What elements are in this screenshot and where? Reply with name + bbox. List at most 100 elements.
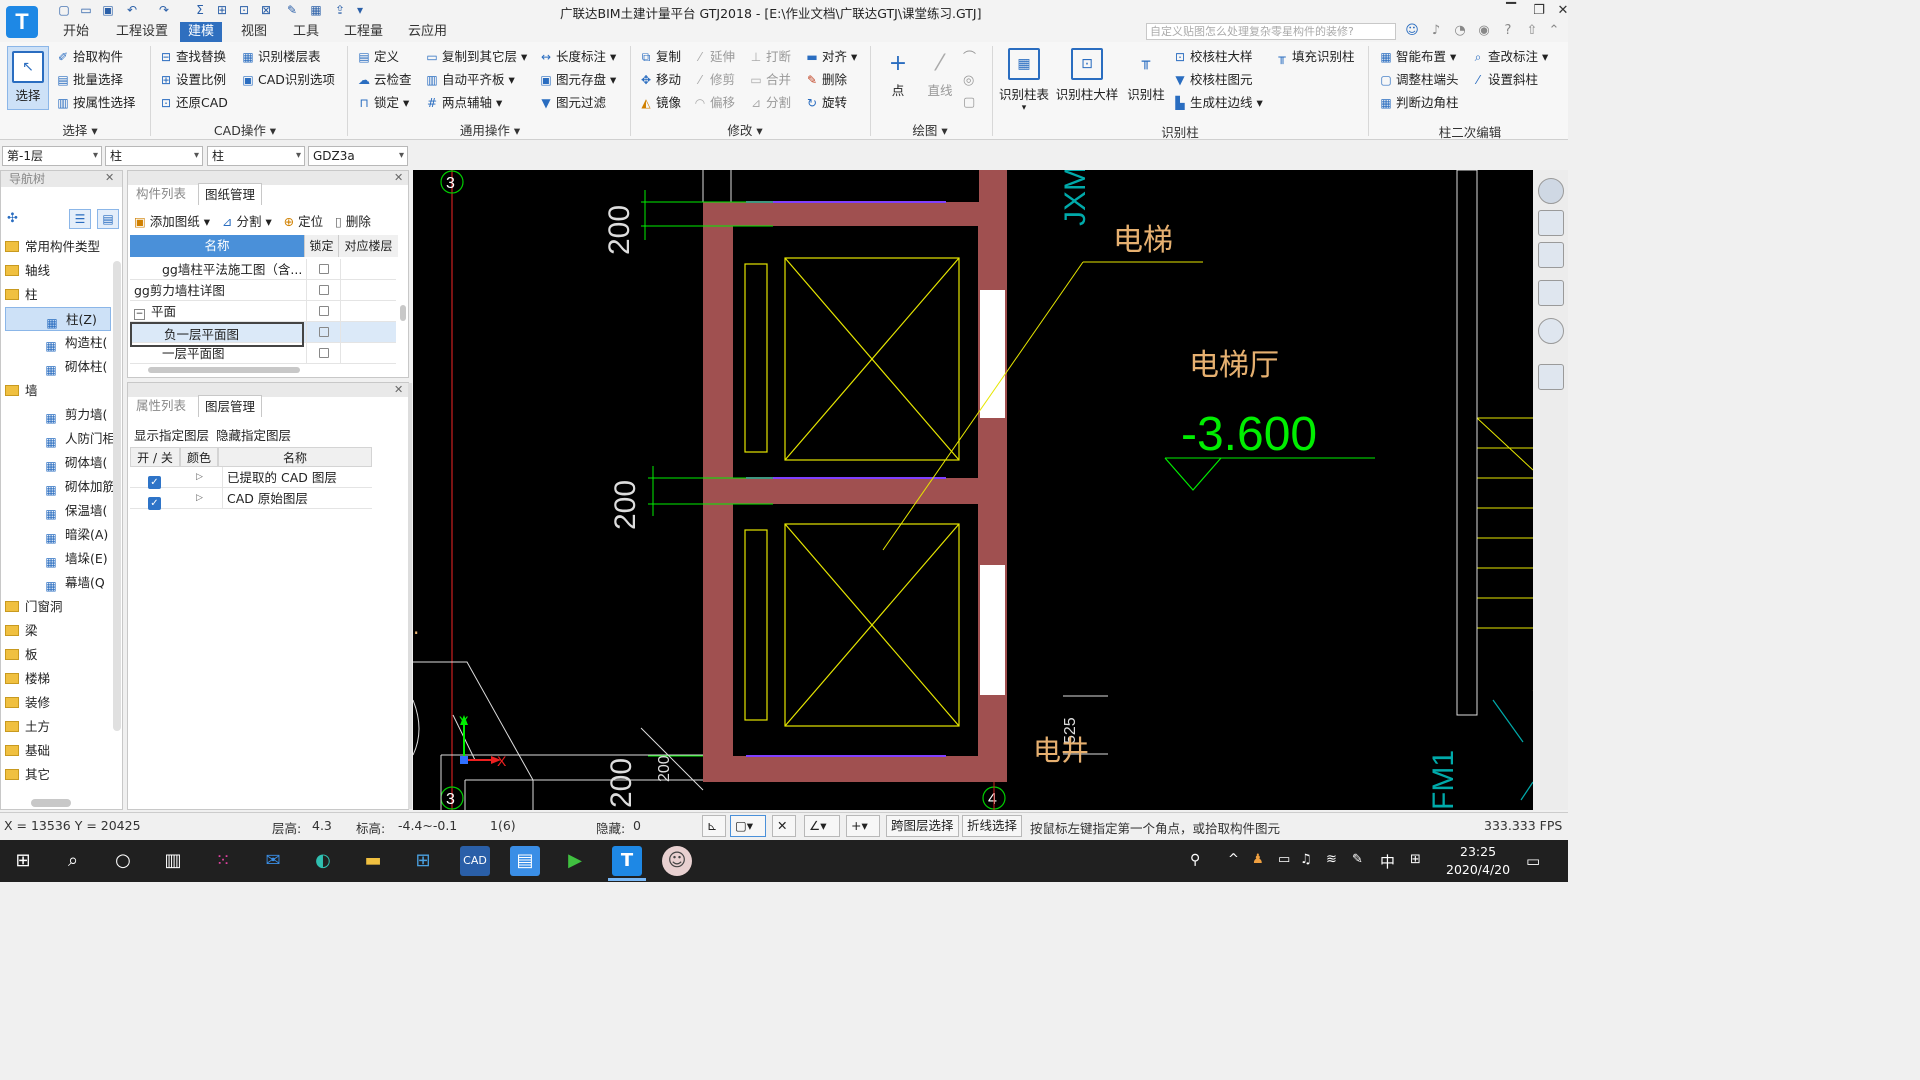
cad-group-title[interactable]: CAD操作 ▾ [200,120,290,139]
search-icon[interactable]: ⌕ [58,846,88,876]
file-explorer-icon[interactable]: ▬ [358,846,388,876]
auto-level-slab-button[interactable]: ▥ 自动平齐板 ▾ [424,69,514,91]
extend-button[interactable]: ⁄ 延伸 [692,46,735,68]
tray-app-icon[interactable]: ♟ [1252,852,1264,867]
cross-icon[interactable]: ✕ [772,815,796,837]
break-button[interactable]: ⊥ 打断 [748,46,791,68]
app-logo[interactable]: T [6,6,38,38]
mirror-button[interactable]: ◭ 镜像 [638,92,681,114]
check-icon[interactable]: ⊠ [258,2,274,18]
export-icon[interactable]: ⇪ [332,2,348,18]
check-column-detail-button[interactable]: ⊡ 校核柱大样 [1172,46,1253,68]
check-column-element-button[interactable]: ▼ 校核柱图元 [1172,69,1252,91]
select-by-property-button[interactable]: ▥ 按属性选择 [55,92,135,114]
floor-cell[interactable] [340,343,396,363]
pick-component-button[interactable]: ✐ 拾取构件 [55,46,123,68]
collapse-toggle-icon[interactable]: − [134,309,145,320]
ime-mode-icon[interactable]: ⊞ [1410,852,1421,867]
nav-folder-item[interactable]: 梁 [5,619,111,643]
nav-folder-item[interactable]: 轴线 [5,259,111,283]
delete-button[interactable]: ✎ 删除 [804,69,847,91]
minimize-icon[interactable]: ▔ [1496,0,1526,22]
customize-icon[interactable]: ▾ [352,2,368,18]
close-icon[interactable]: ✕ [394,171,403,184]
nav-sub-item[interactable]: ▦ 幕墙(Q [5,571,111,595]
wifi-icon[interactable]: ≋ [1326,852,1337,867]
nav-folder-item[interactable]: 板 [5,643,111,667]
view-report-icon[interactable]: ⊡ [236,2,252,18]
floor-cell[interactable] [340,280,396,300]
expand-arrow-icon[interactable]: ▷ [196,467,203,488]
plan-view-icon[interactable] [1538,242,1564,268]
video-player-icon[interactable]: ▶ [560,846,590,876]
nav-sub-item[interactable]: ▦ 砌体墙( [5,451,111,475]
pin-icon[interactable]: ⇧ [1524,23,1540,39]
box-view-icon[interactable] [1538,280,1564,306]
cad-canvas[interactable]: 3 3 4 200 200 200 200 525 电梯 电梯厅 -3.600 … [413,170,1533,810]
tab-tools[interactable]: 工具 [285,22,327,42]
list-view-icon[interactable]: ☰ [69,209,91,229]
hide-layer-button[interactable]: 隐藏指定图层 [216,425,291,444]
polyline-select-button[interactable]: 折线选择 [962,815,1023,837]
chat-icon[interactable]: ◔ [1452,23,1468,39]
nav-sub-item[interactable]: ▦ 保温墙( [5,499,111,523]
nav-folder-item[interactable]: 其它 [5,763,111,787]
drawing-row[interactable]: 负一层平面图 [130,322,396,347]
drawing-row[interactable]: gg墙柱平法施工图（含... [130,259,396,280]
tab-modeling[interactable]: 建模 [180,22,223,42]
windows-start-icon[interactable]: ⊞ [8,846,38,876]
common-group-title[interactable]: 通用操作 ▾ [445,120,535,139]
nav-sub-item[interactable]: ▦ 柱(Z) [5,307,111,331]
floor-cell[interactable] [340,259,396,279]
cad-app-icon[interactable]: CAD [460,846,490,876]
orbit-icon[interactable] [1538,178,1564,204]
rotate-view-icon[interactable] [1538,318,1564,344]
two-point-axis-button[interactable]: # 两点辅轴 ▾ [424,92,502,114]
new-file-icon[interactable]: ▢ [56,2,72,18]
drawing-hscrollbar[interactable] [148,367,300,373]
ribbon-collapse-icon[interactable]: ⌃ [1546,23,1562,39]
mail-icon[interactable]: ✉ [258,846,288,876]
save-icon[interactable]: ▣ [100,2,116,18]
lock-cell[interactable] [306,322,340,342]
trim-button[interactable]: ⁄ 修剪 [692,69,735,91]
expand-arrow-icon[interactable]: ▷ [196,488,203,509]
nav-folder-item[interactable]: 门窗洞 [5,595,111,619]
nav-sub-item[interactable]: ▦ 砌体加筋 [5,475,115,499]
bell-icon[interactable]: ♪ [1428,23,1444,39]
arc-tools-icons[interactable]: ⌒ ◎ ▢ [963,48,976,114]
line-button[interactable]: ⁄ 直线 [920,48,960,99]
split-button[interactable]: ⊿ 分割 [748,92,791,114]
tab-cloud[interactable]: 云应用 [400,22,455,42]
nav-scrollbar[interactable] [113,261,121,731]
offset-button[interactable]: ◠ 偏移 [692,92,735,114]
drawing-row[interactable]: gg剪力墙柱详图 [130,280,396,301]
type-select[interactable]: 柱 [207,146,305,166]
report-icon[interactable]: ⊞ [214,2,230,18]
show-layer-button[interactable]: 显示指定图层 [134,425,209,444]
battery-icon[interactable]: ▭ [1278,852,1290,867]
col-name[interactable]: 名称 [130,235,304,257]
floor-cell[interactable] [340,322,396,342]
volume-icon[interactable]: ♫ [1300,852,1312,867]
smart-layout-button[interactable]: ▦ 智能布置 ▾ [1378,46,1456,68]
nav-sub-item[interactable]: ▦ 构造柱( [5,331,111,355]
3d-view-icon[interactable] [1538,210,1564,236]
offset-mode-icon[interactable]: +▾ [846,815,880,837]
task-view-icon[interactable]: ▥ [158,846,188,876]
nav-folder-item[interactable]: 装修 [5,691,111,715]
ime-indicator[interactable]: 中 [1380,851,1395,872]
tab-start[interactable]: 开始 [55,22,97,42]
element-filter-button[interactable]: ▼ 图元过滤 [538,92,606,114]
modify-group-title[interactable]: 修改 ▾ [710,120,780,139]
edge-icon[interactable]: ◐ [308,846,338,876]
restore-cad-button[interactable]: ⊡ 还原CAD [158,92,228,114]
split-drawing-button[interactable]: ⊿ 分割 ▾ [222,214,272,229]
layout-view-icon[interactable] [1538,364,1564,390]
undo-icon[interactable]: ↶ [124,2,140,18]
nav-sub-item[interactable]: ▦ 暗梁(A) [5,523,111,547]
clock-date[interactable]: 2020/4/20 [1446,862,1510,877]
tab-project-settings[interactable]: 工程设置 [108,22,176,42]
set-scale-button[interactable]: ⊞ 设置比例 [158,69,226,91]
help-icon[interactable]: ? [1500,23,1516,39]
